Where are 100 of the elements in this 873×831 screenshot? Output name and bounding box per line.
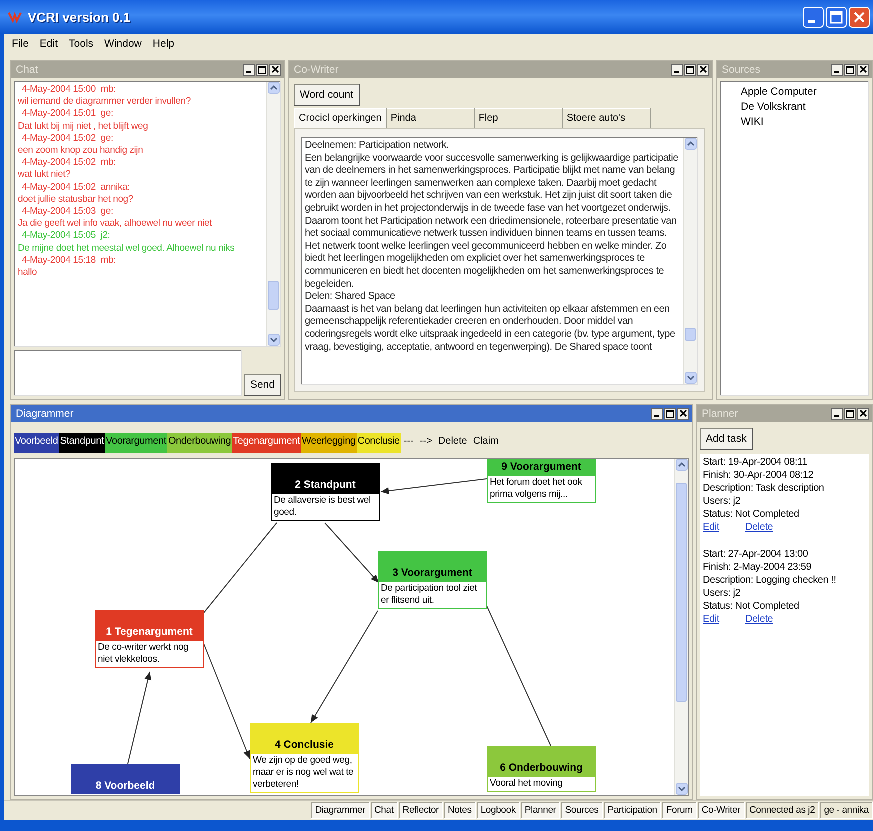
word-count-button[interactable]: Word count [294, 84, 360, 106]
minimize-button[interactable] [651, 408, 663, 420]
minimize-button[interactable] [831, 408, 843, 420]
window-title: VCRI version 0.1 [28, 10, 131, 24]
scroll-down-icon[interactable] [684, 372, 696, 384]
claim-text: We zijn op de goed weg, maar er is nog wel wat te verbeteren! [250, 753, 359, 793]
scroll-up-icon[interactable] [676, 459, 688, 471]
claim-title[interactable]: 8 Voorbeeld [71, 764, 180, 794]
scrollbar[interactable] [674, 459, 688, 795]
delete-link[interactable]: Delete [745, 613, 774, 626]
close-button[interactable] [677, 408, 689, 420]
taskbar-button[interactable]: Planner [520, 802, 560, 819]
taskbar-button[interactable]: Forum [662, 802, 697, 819]
scrollbar[interactable] [266, 82, 280, 346]
minimize-button[interactable] [671, 64, 683, 76]
message-text: doet jullie statusbar het nog? [18, 194, 134, 206]
task-detail: Finish: 30-Apr-2004 08:12 [703, 469, 815, 482]
close-icon [860, 66, 866, 73]
message-input[interactable] [14, 350, 242, 396]
message-header: 4-May-2004 15:00 mb: [21, 84, 118, 96]
scroll-up-icon[interactable] [684, 138, 696, 150]
tab[interactable]: Stoere auto's [562, 108, 651, 128]
add-task-button[interactable]: Add task [700, 428, 753, 450]
edit-link[interactable]: Edit [703, 613, 720, 626]
panel-title: Chat [16, 64, 38, 76]
task-detail: Finish: 2-May-2004 23:59 [703, 561, 813, 574]
maximize-button[interactable] [844, 64, 856, 76]
taskbar-button[interactable]: Diagrammer [311, 802, 370, 819]
taskbar-button[interactable]: Notes [444, 802, 476, 819]
claim-type-button[interactable]: Tegenargument [232, 433, 302, 453]
close-button[interactable] [269, 64, 281, 76]
scroll-up-icon[interactable] [268, 82, 280, 94]
paragraph: Deelnemen: Participation network. [305, 140, 450, 153]
claim-type-button[interactable]: Voorbeeld [14, 433, 60, 453]
close-button[interactable] [857, 408, 869, 420]
menu-item[interactable]: File [12, 38, 29, 50]
claim-type-button[interactable]: Onderbouwing [167, 433, 232, 453]
panel-title: Co-Writer [294, 64, 339, 76]
scroll-thumb[interactable] [268, 281, 279, 310]
message-header: 4-May-2004 15:02 mb: [21, 157, 118, 170]
claim-type-button[interactable]: Weerlegging [301, 433, 357, 453]
source-item[interactable]: WIKI [741, 115, 848, 130]
task-detail: Users: j2 [703, 587, 742, 600]
message-text: De mijne doet het meestal wel goed. Alhoewel nu niks [18, 242, 236, 255]
source-item[interactable]: Apple Computer [741, 85, 848, 100]
menu-item[interactable]: Edit [40, 38, 58, 50]
source-item[interactable]: De Volkskrant [741, 100, 848, 115]
taskbar-button[interactable]: Co-Writer [698, 802, 745, 819]
scrollbar[interactable] [683, 138, 697, 384]
tab[interactable]: Flep [474, 108, 563, 128]
menu-item[interactable]: Help [152, 38, 174, 50]
edit-link[interactable]: Edit [703, 521, 720, 534]
claim-title[interactable]: 1 Tegenargument [95, 610, 204, 640]
send-button[interactable]: Send [244, 374, 281, 396]
claim-type-button[interactable]: Standpunt [59, 433, 106, 453]
scroll-down-icon[interactable] [268, 334, 280, 346]
claim-text: De co-writer werkt nog niet vlekkeloos. [95, 640, 204, 668]
taskbar-button[interactable]: Participation [604, 802, 662, 819]
status-text: ge - annika [820, 802, 873, 819]
claim-title[interactable]: 3 Voorargument [378, 551, 487, 581]
message-text: Ja die geeft wel info vaak, alhoewel nu weer niet [18, 218, 214, 230]
scroll-down-icon[interactable] [676, 783, 688, 795]
taskbar-button[interactable]: Logbook [476, 802, 520, 819]
status-text: Connected as j2 [746, 802, 820, 819]
taskbar-button[interactable]: Chat [370, 802, 398, 819]
menu-item[interactable]: Tools [69, 38, 94, 50]
close-button[interactable] [697, 64, 709, 76]
task-detail: Description: Logging checken !! [703, 574, 838, 587]
message-text: hallo [18, 267, 38, 280]
maximize-button[interactable] [664, 408, 676, 420]
claim-title[interactable]: 9 Voorargument [487, 459, 596, 475]
close-button[interactable] [857, 64, 869, 76]
minimize-button[interactable] [243, 64, 255, 76]
tab[interactable]: Crocicl operkingen [294, 108, 387, 128]
claim-title[interactable]: 2 Standpunt [271, 463, 380, 493]
claim-type-button[interactable]: Voorargument [105, 433, 168, 453]
claim-text: Vooral het moving [487, 776, 596, 792]
minimize-button[interactable] [831, 64, 843, 76]
claim-title[interactable]: 4 Conclusie [250, 723, 359, 753]
delete-link[interactable]: Delete [745, 521, 774, 534]
scroll-thumb[interactable] [685, 328, 696, 341]
maximize-button[interactable] [844, 408, 856, 420]
message-text: wil iemand de diagrammer verder invullen? [18, 96, 192, 108]
claim-title[interactable]: 6 Onderbouwing [487, 746, 596, 776]
menu-item[interactable]: Window [104, 38, 142, 50]
close-icon [860, 410, 866, 417]
maximize-button[interactable] [684, 64, 696, 76]
scroll-thumb[interactable] [676, 483, 687, 702]
maximize-icon [666, 410, 674, 418]
message-header: 4-May-2004 15:18 mb: [21, 254, 118, 268]
maximize-icon [846, 410, 854, 418]
paragraph: Daarnaast is het van belang dat leerlingen hun activiteiten op elkaar afstemmen en een gemeenschappelijk referentiekader creeren en onderhouden. Door middel van coderingsregels wordt elke uitspraak ingedeeld in een categorie (bv. type argument, type vraag, bevestiging, acceptatie, antwoord en tegenwerping). De Shared space toont [305, 304, 676, 354]
claim-type-button[interactable]: Conclusie [356, 433, 401, 453]
message-text: wat lukt niet? [18, 169, 72, 182]
taskbar-button[interactable]: Reflector [398, 802, 443, 819]
task-detail: Description: Task description [703, 482, 826, 495]
panel-title: Planner [702, 408, 738, 420]
maximize-button[interactable] [256, 64, 268, 76]
taskbar-button[interactable]: Sources [561, 802, 603, 819]
tab[interactable]: Pinda [386, 108, 475, 128]
